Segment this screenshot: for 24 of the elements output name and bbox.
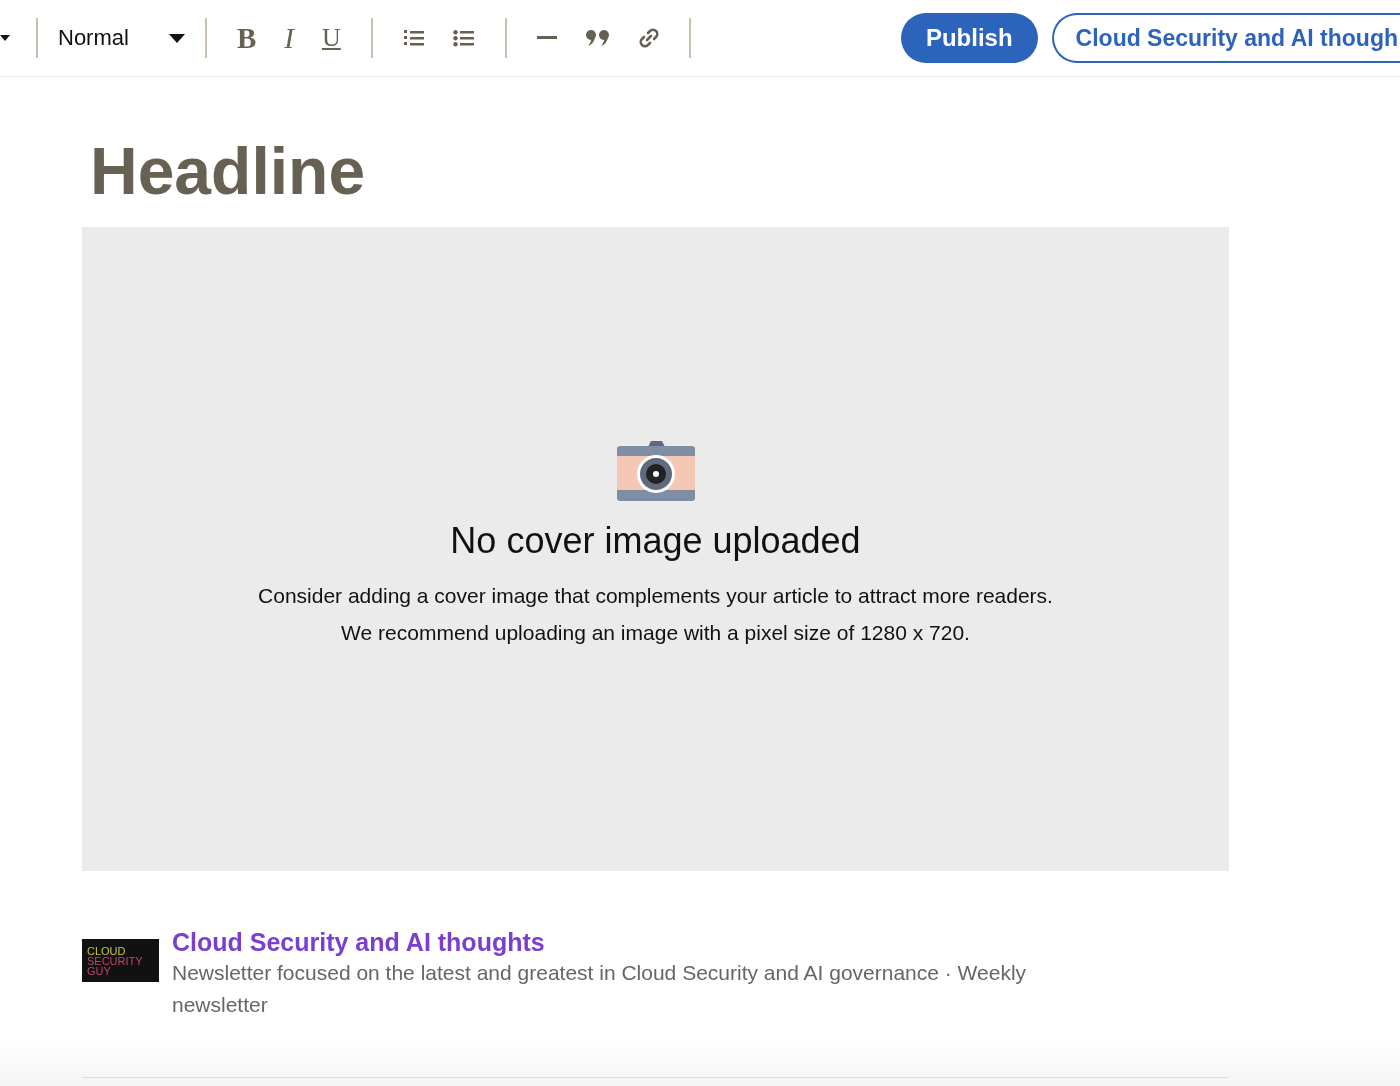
numbered-list-icon[interactable] <box>402 28 425 48</box>
logo-text: GUY <box>87 965 111 976</box>
publish-button[interactable]: Publish <box>900 13 1038 63</box>
quote-icon[interactable] <box>584 29 611 47</box>
newsletter-title[interactable]: Cloud Security and AI thoughts <box>172 927 1102 957</box>
underline-button[interactable]: U <box>321 25 341 51</box>
italic-button[interactable]: I <box>284 23 294 53</box>
cover-hint: Consider adding a cover image that complements your article to attract more readers. <box>258 584 1053 608</box>
bulleted-list-icon[interactable] <box>452 28 475 48</box>
newsletter-button[interactable]: Cloud Security and AI though <box>1051 13 1400 63</box>
camera-icon <box>616 440 695 502</box>
horizontal-rule-icon[interactable] <box>536 36 557 40</box>
cover-hint: We recommend uploading an image with a pixel size of 1280 x 720. <box>341 621 970 645</box>
logo-text: CLOUD <box>87 945 127 956</box>
cover-image-area[interactable]: No cover image uploaded Consider adding a cover image that complements your article to attract more readers. We recommend uploading an image with a pixel size of 1280 x 720. <box>82 227 1229 871</box>
headline-placeholder[interactable]: Headline <box>90 131 1229 227</box>
bold-button[interactable]: B <box>236 23 257 53</box>
logo-text: SECURITY <box>87 955 144 966</box>
caret-icon <box>168 33 185 43</box>
link-icon[interactable] <box>638 28 659 48</box>
text-style-dropdown[interactable]: Normal <box>38 16 205 60</box>
cover-title: No cover image uploaded <box>450 520 861 562</box>
caret-icon[interactable] <box>0 34 10 42</box>
newsletter-description: Newsletter focused on the latest and greatest in Cloud Security and AI governance · Weekly newsletter <box>172 960 1028 1018</box>
